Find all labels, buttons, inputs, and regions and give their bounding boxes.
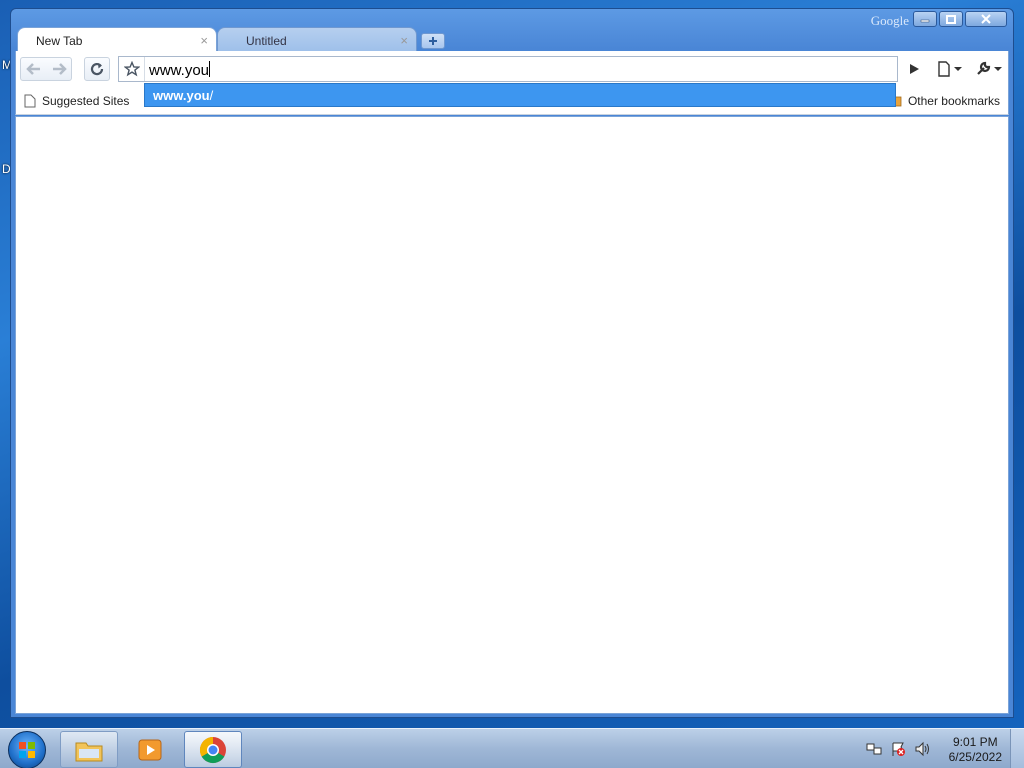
play-arrow-icon	[910, 64, 919, 74]
dropdown-arrow-icon	[953, 67, 962, 71]
taskbar: 9:01 PM 6/25/2022	[0, 728, 1024, 768]
volume-icon[interactable]	[914, 741, 930, 757]
toolbar: www.you	[15, 51, 1009, 87]
autocomplete-text: www.you/	[153, 88, 213, 103]
reload-icon	[90, 62, 104, 76]
minimize-button[interactable]	[913, 11, 937, 27]
tab-label: Untitled	[246, 34, 287, 48]
taskbar-explorer[interactable]	[60, 731, 118, 768]
tab-close-icon[interactable]: ×	[200, 33, 208, 48]
bookmark-other-bookmarks[interactable]: Other bookmarks	[890, 94, 1000, 108]
back-arrow-icon	[25, 63, 40, 75]
autocomplete-match: www.you	[153, 88, 210, 103]
clock-time: 9:01 PM	[952, 735, 998, 749]
wrench-icon	[976, 61, 990, 75]
browser-window: Google New Tab × Untitled × www.you Sugg…	[10, 8, 1014, 718]
window-controls	[913, 11, 1007, 27]
taskbar-clock[interactable]: 9:01 PM 6/25/2022	[949, 735, 1002, 765]
bookmark-star-button[interactable]	[119, 57, 145, 81]
page-content	[15, 116, 1009, 714]
omnibox-text: www.you	[149, 62, 210, 79]
tab-label: New Tab	[36, 34, 83, 48]
media-player-icon	[138, 739, 162, 760]
system-tray	[866, 741, 930, 757]
action-center-flag-icon[interactable]	[890, 741, 906, 757]
page-icon	[937, 61, 950, 77]
minimize-icon	[920, 19, 930, 23]
tab-new-tab[interactable]: New Tab ×	[17, 27, 217, 51]
taskbar-media-player[interactable]	[122, 731, 178, 768]
maximize-button[interactable]	[939, 11, 963, 27]
network-icon[interactable]	[866, 741, 882, 757]
forward-arrow-icon	[52, 63, 67, 75]
start-button[interactable]	[8, 731, 46, 768]
bookmark-suggested-sites[interactable]: Suggested Sites	[24, 94, 129, 108]
show-desktop-button[interactable]	[1010, 729, 1024, 768]
bookmark-label: Other bookmarks	[907, 94, 1000, 108]
new-tab-button[interactable]	[421, 33, 445, 49]
maximize-icon	[946, 14, 956, 24]
plus-icon	[429, 37, 437, 45]
back-button[interactable]	[21, 58, 46, 80]
tab-untitled[interactable]: Untitled ×	[217, 27, 417, 51]
star-icon	[123, 61, 140, 77]
close-button[interactable]	[965, 11, 1007, 27]
tab-close-icon[interactable]: ×	[400, 33, 408, 48]
forward-button[interactable]	[46, 58, 71, 80]
page-icon	[24, 94, 36, 108]
bookmark-label: Suggested Sites	[42, 94, 130, 108]
omnibox[interactable]: www.you	[118, 56, 898, 82]
folder-icon	[75, 742, 103, 761]
go-button[interactable]	[904, 57, 924, 81]
windows-logo-icon	[19, 742, 35, 758]
wrench-menu-button[interactable]	[972, 57, 1004, 81]
chrome-icon	[199, 736, 226, 763]
autocomplete-suggestion[interactable]: www.you/	[144, 83, 896, 107]
dropdown-arrow-icon	[993, 67, 1002, 71]
text-caret	[209, 61, 211, 77]
autocomplete-rest: /	[209, 88, 214, 103]
close-icon	[981, 14, 991, 24]
tab-strip: New Tab × Untitled ×	[17, 27, 997, 51]
reload-button[interactable]	[84, 57, 110, 81]
omnibox-input-area[interactable]: www.you	[149, 61, 211, 79]
nav-buttons	[20, 57, 72, 81]
taskbar-chrome[interactable]	[184, 731, 242, 768]
clock-date: 6/25/2022	[948, 750, 1002, 764]
page-menu-button[interactable]	[934, 57, 964, 81]
